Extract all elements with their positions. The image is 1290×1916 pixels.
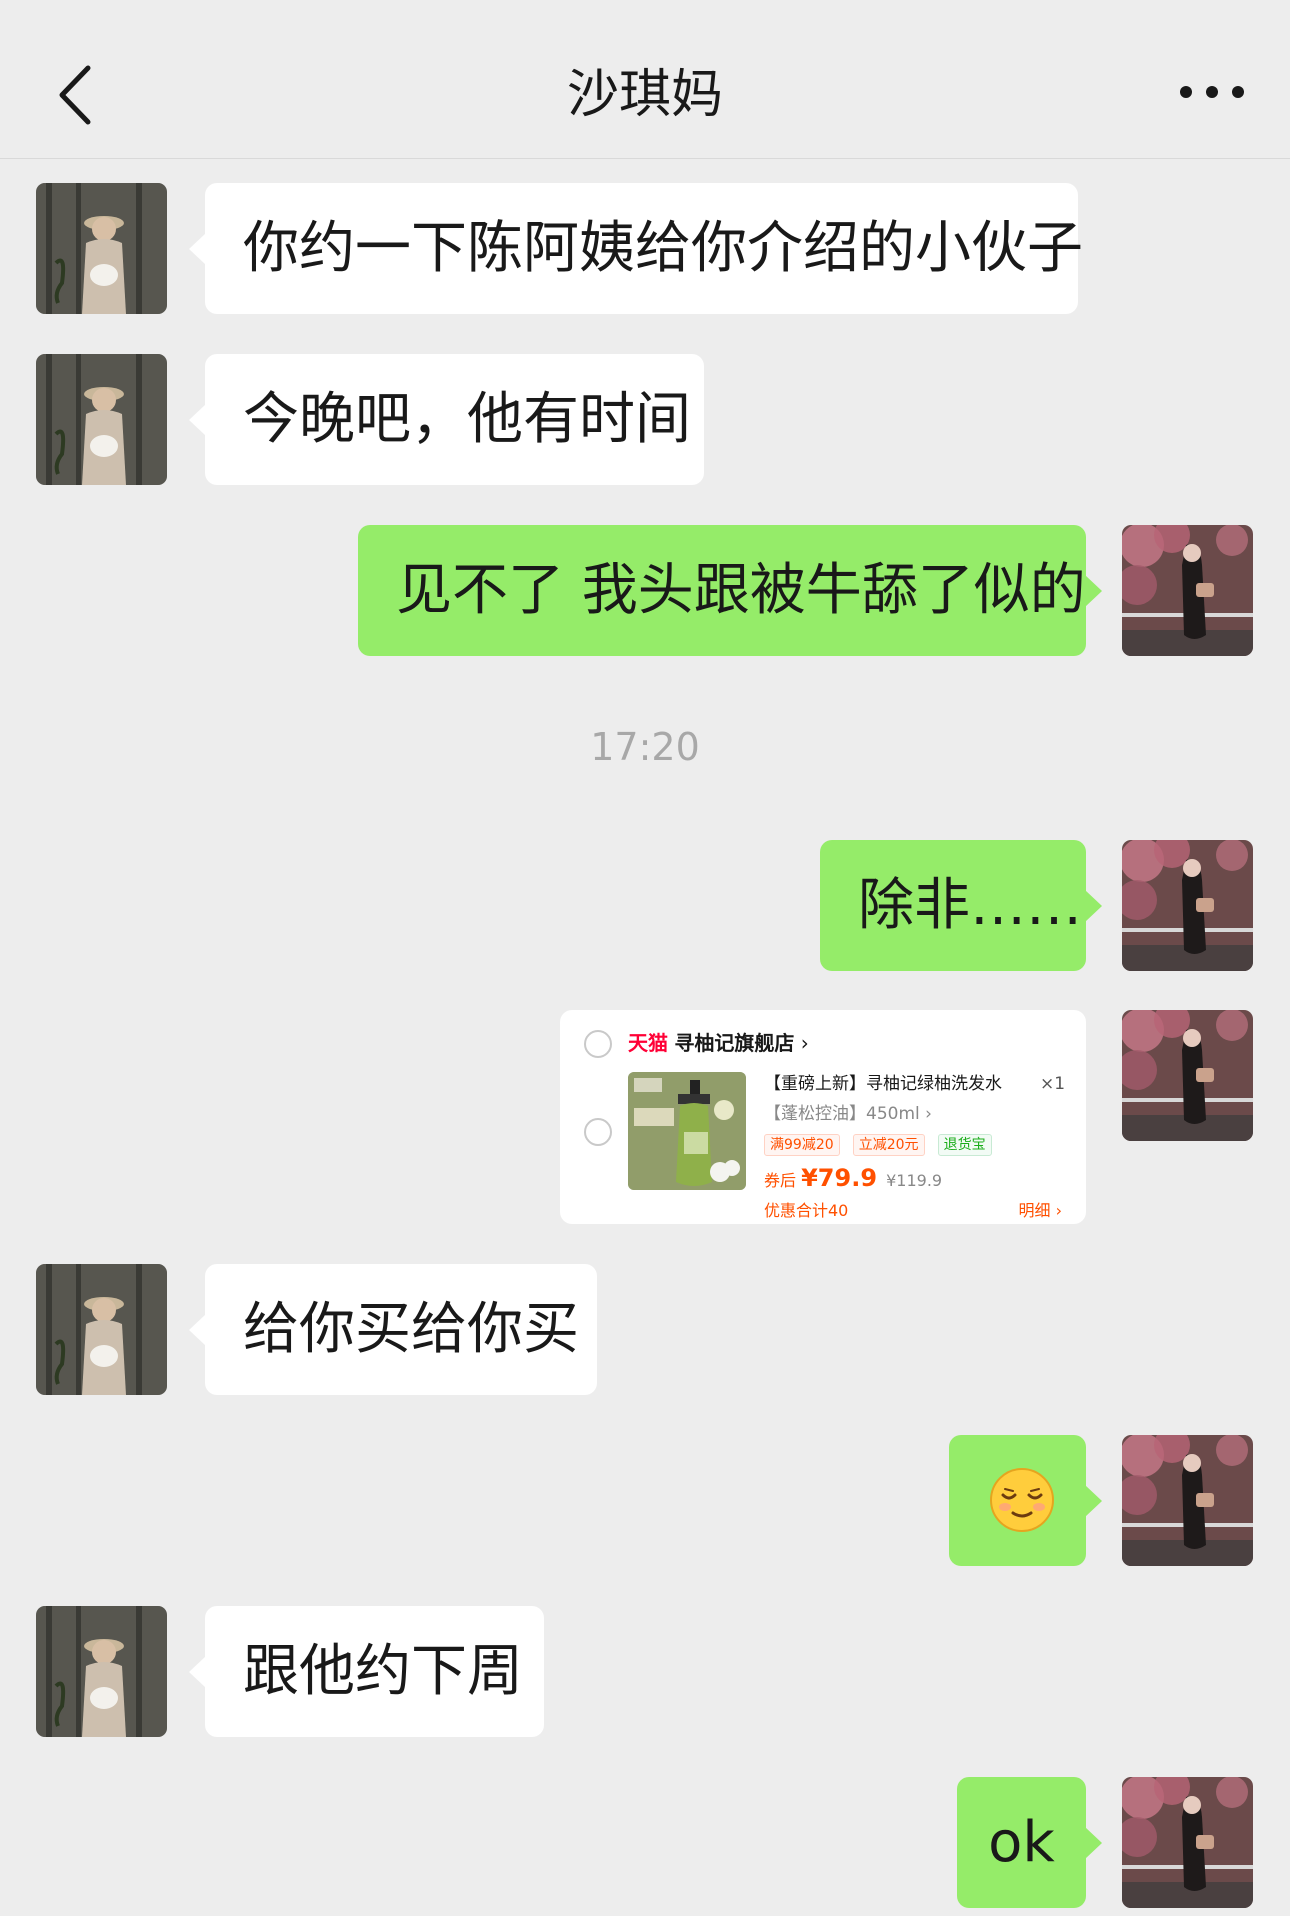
message-bubble-outgoing[interactable]: 见不了 我头跟被牛舔了似的 [358,525,1102,656]
message-timestamp: 17:20 [590,725,700,769]
avatar-photo [36,354,167,485]
message-bubble-incoming[interactable]: 你约一下陈阿姨给你介绍的小伙子 [189,183,1083,314]
avatar-photo [36,183,167,314]
shampoo-bottle-image [628,1072,746,1190]
avatar-photo [1122,1777,1253,1908]
item-select-radio[interactable] [584,1118,612,1146]
contact-avatar[interactable] [36,183,167,314]
message-bubble-outgoing[interactable]: 除非…… [820,840,1102,971]
store-select-radio[interactable] [584,1030,612,1058]
avatar-photo [36,1606,167,1737]
tmall-label: 天猫 [628,1031,668,1055]
promo-tag: 满99减20 [764,1134,840,1156]
message-bubble-outgoing[interactable] [949,1435,1102,1566]
original-price: ¥119.9 [886,1171,943,1190]
store-arrow: › [800,1031,809,1055]
product-card[interactable]: 天猫 寻柚记旗舰店 › 【重磅上新】寻柚记绿柚洗发水 ×1 【蓬松控油】450m… [560,1010,1086,1224]
message-bubble-incoming[interactable]: 今晚吧，他有时间 [189,354,704,485]
chat-header: 沙琪妈 [0,0,1290,159]
contact-avatar[interactable] [36,1264,167,1395]
contact-avatar[interactable] [36,354,167,485]
message-bubble-outgoing[interactable]: ok [957,1777,1102,1908]
avatar-photo [1122,840,1253,971]
message-bubble-incoming[interactable]: 跟他约下周 [189,1606,544,1737]
my-avatar[interactable] [1122,1435,1253,1566]
avatar-photo [1122,1435,1253,1566]
chat-title: 沙琪妈 [566,65,723,125]
detail-link[interactable]: 明细 › [1019,1200,1063,1222]
store-label: 寻柚记旗舰店 [674,1031,795,1055]
contact-avatar[interactable] [36,1606,167,1737]
my-avatar[interactable] [1122,1777,1253,1908]
my-avatar[interactable] [1122,1010,1253,1141]
message-bubble-incoming[interactable]: 给你买给你买 [189,1264,597,1395]
product-name[interactable]: 【重磅上新】寻柚记绿柚洗发水 [764,1072,1002,1096]
avatar-photo [1122,1010,1253,1141]
product-price: 券后 ¥79.9 ¥119.9 [764,1164,942,1195]
my-avatar[interactable] [1122,525,1253,656]
product-quantity: ×1 [1040,1074,1066,1094]
product-image[interactable] [628,1072,746,1190]
promo-tag: 立减20元 [852,1134,925,1156]
avatar-photo [1122,525,1253,656]
store-name[interactable]: 天猫 寻柚记旗舰店 › [628,1028,809,1058]
price-prefix: 券后 [764,1171,797,1190]
relieved-face-emoji [990,1468,1054,1532]
more-button[interactable] [1174,72,1250,112]
return-insurance-tag: 退货宝 [937,1134,992,1156]
discount-total: 优惠合计40 [764,1201,849,1220]
product-spec[interactable]: 【蓬松控油】450ml › [764,1102,932,1126]
price-value: ¥79.9 [801,1164,878,1192]
chat-screen: 沙琪妈 你约一下陈阿姨给你介绍的小伙子 今晚吧，他有时间 见不了 我头跟被牛舔了… [0,0,1290,1916]
promo-tags: 满99减20 立减20元 退货宝 [764,1134,1000,1156]
more-dots-icon [1180,86,1244,98]
my-avatar[interactable] [1122,840,1253,971]
avatar-photo [36,1264,167,1395]
